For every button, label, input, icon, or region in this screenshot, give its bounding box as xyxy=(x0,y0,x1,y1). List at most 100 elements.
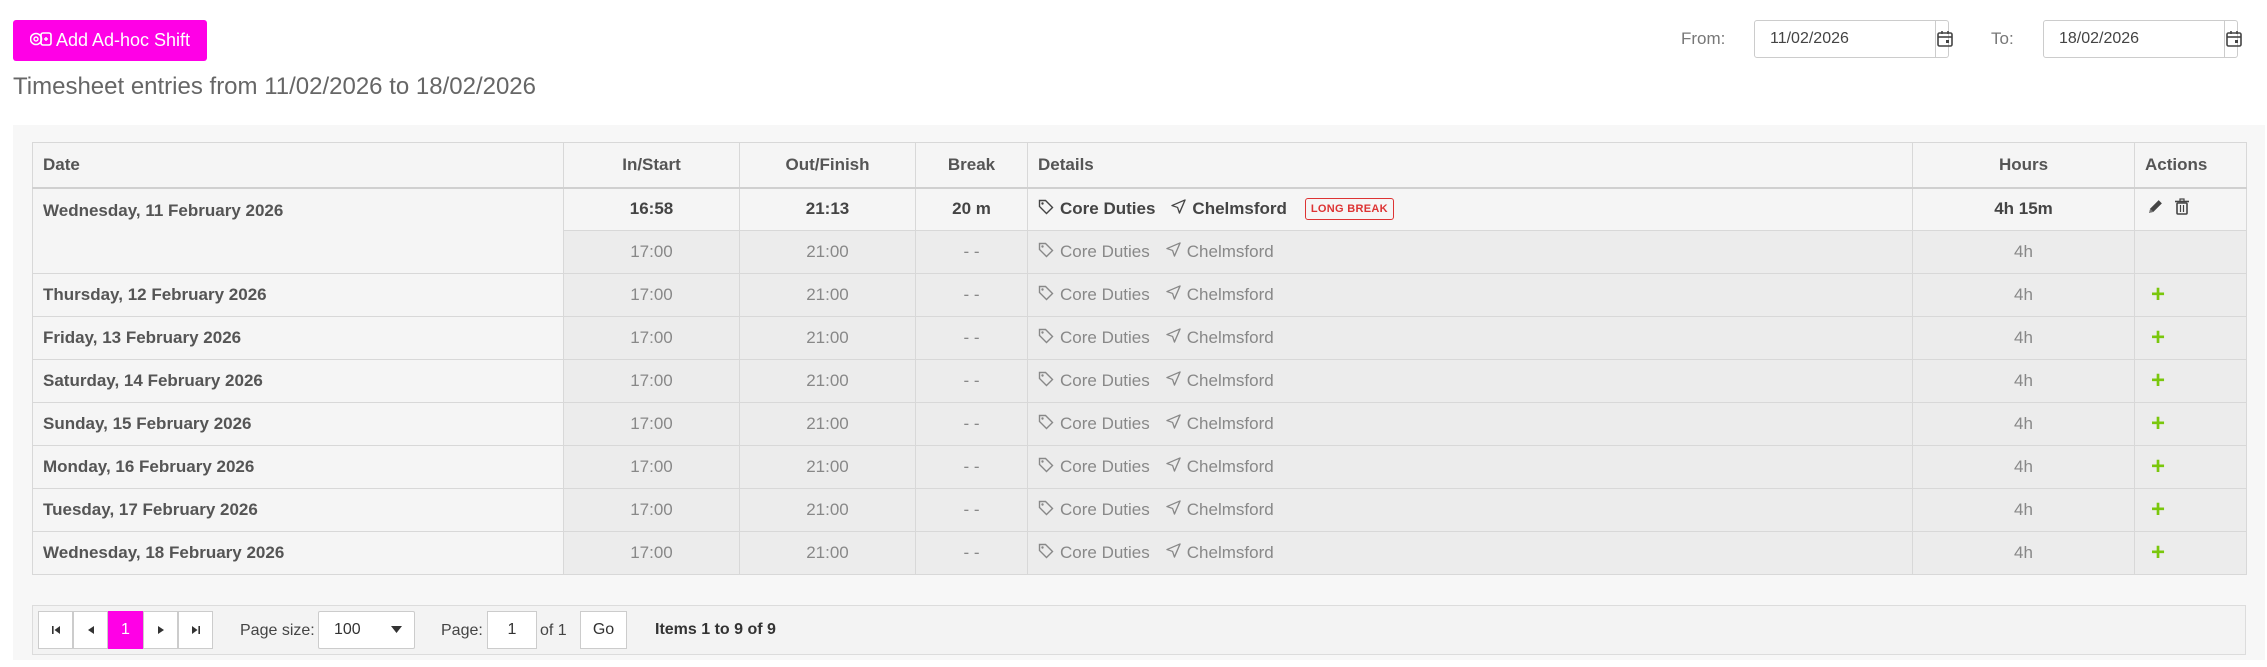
location-arrow-icon xyxy=(1166,371,1181,391)
from-date-field xyxy=(1754,20,1953,58)
go-button[interactable]: Go xyxy=(580,611,627,649)
col-details-header[interactable]: Details xyxy=(1027,142,1913,189)
page-size-label: Page size: xyxy=(240,622,315,639)
table-row: Saturday, 14 February 2026 17:00 21:00 -… xyxy=(32,359,2247,403)
row-in-time: 16:58 xyxy=(563,187,740,231)
row-details: Core Duties Chelmsford xyxy=(1027,273,1913,317)
to-date-field xyxy=(2043,20,2242,58)
col-date-header[interactable]: Date xyxy=(32,142,564,189)
location-arrow-icon xyxy=(1171,199,1187,219)
row-details: Core Duties Chelmsford xyxy=(1027,531,1913,575)
row-actions: + xyxy=(2134,316,2247,360)
table-row: Monday, 16 February 2026 17:00 21:00 - -… xyxy=(32,445,2247,489)
row-break: - - xyxy=(915,402,1028,446)
plus-icon[interactable]: + xyxy=(2145,281,2165,308)
row-in-time: 17:00 xyxy=(563,230,740,274)
col-in-start-header[interactable]: In/Start xyxy=(563,142,740,189)
first-page-icon[interactable] xyxy=(38,611,73,649)
row-actions: + xyxy=(2134,273,2247,317)
col-hours-header[interactable]: Hours xyxy=(1912,142,2135,189)
row-date: Wednesday, 11 February 2026 xyxy=(32,187,564,274)
row-details: Core Duties Chelmsford xyxy=(1027,359,1913,403)
long-break-badge: LONG BREAK xyxy=(1304,198,1394,221)
row-out-time: 21:00 xyxy=(739,445,916,489)
from-label: From: xyxy=(1681,29,1726,48)
to-label: To: xyxy=(1991,29,2014,48)
add-adhoc-shift-button[interactable]: Add Ad-hoc Shift xyxy=(13,20,207,61)
row-actions xyxy=(2134,230,2247,274)
col-out-finish-header[interactable]: Out/Finish xyxy=(739,142,916,189)
to-date-input[interactable] xyxy=(2044,21,2224,57)
plus-icon[interactable]: + xyxy=(2145,367,2165,394)
row-details: Core Duties Chelmsford LONG BREAK xyxy=(1027,187,1913,231)
prev-page-icon[interactable] xyxy=(73,611,108,649)
plus-icon[interactable]: + xyxy=(2145,496,2165,523)
row-details: Core Duties Chelmsford xyxy=(1027,402,1913,446)
last-page-icon[interactable] xyxy=(178,611,213,649)
items-info: Items 1 to 9 of 9 xyxy=(655,621,776,638)
row-date: Tuesday, 17 February 2026 xyxy=(32,488,564,532)
tag-icon xyxy=(1038,457,1054,478)
plus-icon[interactable]: + xyxy=(2145,410,2165,437)
row-break: - - xyxy=(915,445,1028,489)
duty-label: Core Duties xyxy=(1060,457,1150,476)
duty-label: Core Duties xyxy=(1060,199,1156,219)
page-size-select[interactable]: 100 xyxy=(318,611,415,649)
row-break: 20 m xyxy=(915,187,1028,231)
row-actions: + xyxy=(2134,445,2247,489)
col-break-header[interactable]: Break xyxy=(915,142,1028,189)
row-break: - - xyxy=(915,230,1028,274)
row-hours: 4h xyxy=(1912,402,2135,446)
table-row: Sunday, 15 February 2026 17:00 21:00 - -… xyxy=(32,402,2247,446)
duty-label: Core Duties xyxy=(1060,242,1150,261)
calendar-icon[interactable] xyxy=(2224,21,2243,57)
location-label: Chelmsford xyxy=(1186,543,1274,562)
row-break: - - xyxy=(915,359,1028,403)
dropdown-caret-icon xyxy=(391,621,402,639)
calendar-plus-icon xyxy=(29,30,52,52)
pencil-icon[interactable] xyxy=(2147,198,2164,220)
page-number-input[interactable]: 1 xyxy=(487,611,537,649)
row-date: Friday, 13 February 2026 xyxy=(32,316,564,360)
page-count-label: of 1 xyxy=(540,622,567,639)
row-out-time: 21:00 xyxy=(739,402,916,446)
location-arrow-icon xyxy=(1166,414,1181,434)
location-arrow-icon xyxy=(1166,285,1181,305)
row-out-time: 21:00 xyxy=(739,273,916,317)
from-date-input[interactable] xyxy=(1755,21,1935,57)
page-subtitle: Timesheet entries from 11/02/2026 to 18/… xyxy=(13,73,536,100)
tag-icon xyxy=(1038,285,1054,306)
row-actions: + xyxy=(2134,359,2247,403)
row-break: - - xyxy=(915,531,1028,575)
page-size-value: 100 xyxy=(334,621,361,638)
pagination-bar: 1 Page size: 100 Page: 1 of 1 Go Items 1… xyxy=(32,605,2246,655)
row-in-time: 17:00 xyxy=(563,402,740,446)
row-details: Core Duties Chelmsford xyxy=(1027,230,1913,274)
row-date: Monday, 16 February 2026 xyxy=(32,445,564,489)
row-hours: 4h xyxy=(1912,316,2135,360)
row-date: Wednesday, 18 February 2026 xyxy=(32,531,564,575)
location-arrow-icon xyxy=(1166,242,1181,262)
location-label: Chelmsford xyxy=(1192,199,1287,219)
trash-icon[interactable] xyxy=(2174,198,2190,220)
plus-icon[interactable]: + xyxy=(2145,453,2165,480)
row-actions: + xyxy=(2134,488,2247,532)
tag-icon xyxy=(1038,500,1054,521)
location-arrow-icon xyxy=(1166,543,1181,563)
plus-icon[interactable]: + xyxy=(2145,539,2165,566)
plus-icon[interactable]: + xyxy=(2145,324,2165,351)
location-label: Chelmsford xyxy=(1186,285,1274,304)
row-in-time: 17:00 xyxy=(563,359,740,403)
row-out-time: 21:13 xyxy=(739,187,916,231)
location-label: Chelmsford xyxy=(1186,500,1274,519)
next-page-icon[interactable] xyxy=(143,611,178,649)
location-label: Chelmsford xyxy=(1186,457,1274,476)
table-row: Wednesday, 11 February 2026 16:58 21:13 … xyxy=(32,187,2247,274)
page-1-button[interactable]: 1 xyxy=(108,611,143,649)
row-out-time: 21:00 xyxy=(739,531,916,575)
duty-label: Core Duties xyxy=(1060,371,1150,390)
row-in-time: 17:00 xyxy=(563,488,740,532)
row-break: - - xyxy=(915,488,1028,532)
calendar-icon[interactable] xyxy=(1935,21,1954,57)
row-in-time: 17:00 xyxy=(563,316,740,360)
